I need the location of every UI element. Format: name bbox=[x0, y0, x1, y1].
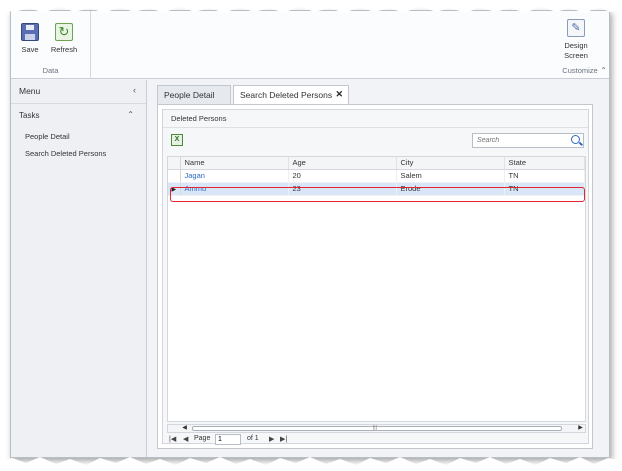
collapse-menu-icon[interactable]: ‹ bbox=[133, 85, 136, 95]
previous-page-icon[interactable]: ◀ bbox=[183, 435, 188, 443]
cell-name[interactable]: Ammu bbox=[180, 182, 289, 196]
tasks-group-header[interactable]: Tasks ⌃ bbox=[11, 106, 146, 128]
chevron-up-icon[interactable]: ⌃ bbox=[127, 110, 134, 119]
screen-content: Deleted Persons X Name bbox=[157, 104, 593, 449]
page-count-label: of 1 bbox=[247, 435, 259, 442]
cell-state: TN bbox=[504, 182, 585, 196]
column-header-age[interactable]: Age bbox=[288, 157, 397, 170]
menu-label: Menu bbox=[19, 86, 41, 96]
current-row-icon: ▶ bbox=[171, 187, 177, 193]
menu-header[interactable]: Menu ‹ bbox=[11, 80, 146, 104]
cell-state: TN bbox=[504, 169, 585, 183]
data-grid: Name Age City State Jagan 20 Salem TN ▶ … bbox=[167, 156, 586, 422]
ribbon-group-data: Save ↻ Refresh Data bbox=[11, 11, 91, 79]
column-header-state[interactable]: State bbox=[504, 157, 585, 170]
cell-age: 23 bbox=[288, 182, 397, 196]
design-label-line1: Design bbox=[564, 41, 588, 50]
first-page-icon[interactable]: |◀ bbox=[169, 435, 176, 443]
close-icon[interactable]: ✕ bbox=[335, 89, 343, 100]
nav-item-people-detail[interactable]: People Detail bbox=[11, 128, 146, 145]
table-row[interactable]: ▶ Ammu 23 Erode TN bbox=[168, 182, 585, 196]
tab-search-deleted-persons[interactable]: Search Deleted Persons ✕ bbox=[233, 85, 349, 105]
page-label: Page bbox=[194, 435, 211, 442]
persons-table: Name Age City State Jagan 20 Salem TN ▶ … bbox=[168, 157, 585, 196]
refresh-label: Refresh bbox=[50, 45, 78, 54]
search-input[interactable] bbox=[473, 134, 565, 147]
data-group-label: Data bbox=[42, 66, 59, 75]
design-screen-button[interactable]: ✎ Design Screen bbox=[561, 19, 591, 61]
cell-age: 20 bbox=[288, 169, 397, 183]
scrollbar-thumb[interactable]: ||| bbox=[192, 425, 562, 431]
deleted-persons-group: Deleted Persons X Name bbox=[162, 109, 589, 445]
row-selector[interactable] bbox=[168, 169, 181, 183]
refresh-icon: ↻ bbox=[55, 23, 73, 41]
ribbon-group-customize: ✎ Design Screen Customize ⌃ bbox=[549, 11, 609, 79]
refresh-button[interactable]: ↻ Refresh bbox=[49, 23, 79, 55]
ribbon: Save ↻ Refresh Data ✎ Design Screen Cust… bbox=[11, 11, 609, 79]
tasks-label: Tasks bbox=[19, 111, 40, 120]
cell-city: Salem bbox=[396, 169, 505, 183]
column-header-name[interactable]: Name bbox=[180, 157, 289, 170]
group-title: Deleted Persons bbox=[163, 110, 588, 128]
tab-search-deleted-persons-label: Search Deleted Persons bbox=[240, 90, 333, 100]
horizontal-scrollbar[interactable]: ◀ ||| ▶ bbox=[167, 424, 586, 433]
header-row: Name Age City State bbox=[168, 157, 585, 170]
ribbon-collapse-icon[interactable]: ⌃ bbox=[600, 66, 607, 75]
design-screen-icon: ✎ bbox=[567, 19, 585, 37]
save-icon bbox=[21, 23, 39, 41]
navigation-pane: Menu ‹ Tasks ⌃ People Detail Search Dele… bbox=[11, 80, 147, 457]
design-label-line2: Screen bbox=[564, 51, 588, 60]
tab-people-detail[interactable]: People Detail bbox=[157, 85, 231, 104]
cell-city: Erode bbox=[396, 182, 505, 196]
search-box bbox=[472, 133, 584, 148]
save-button[interactable]: Save bbox=[15, 23, 45, 55]
grip-icon: ||| bbox=[373, 425, 377, 431]
next-page-icon[interactable]: ▶ bbox=[269, 435, 274, 443]
page-number-input[interactable] bbox=[215, 434, 241, 445]
cell-name[interactable]: Jagan bbox=[180, 169, 289, 183]
last-page-icon[interactable]: ▶| bbox=[280, 435, 287, 443]
scroll-left-icon[interactable]: ◀ bbox=[180, 425, 189, 432]
search-icon[interactable] bbox=[571, 135, 580, 144]
scroll-right-icon[interactable]: ▶ bbox=[576, 425, 585, 432]
save-label: Save bbox=[21, 45, 39, 54]
torn-edge-bottom bbox=[0, 457, 622, 471]
row-selector[interactable]: ▶ bbox=[168, 182, 181, 196]
tab-people-detail-label: People Detail bbox=[164, 90, 215, 100]
table-row[interactable]: Jagan 20 Salem TN bbox=[168, 169, 585, 183]
excel-export-icon[interactable]: X bbox=[171, 134, 183, 146]
column-header-city[interactable]: City bbox=[396, 157, 505, 170]
grid-toolbar: X bbox=[163, 130, 588, 152]
nav-item-search-deleted-persons[interactable]: Search Deleted Persons bbox=[11, 145, 146, 162]
torn-edge-top bbox=[0, 0, 622, 13]
row-selector-header bbox=[168, 157, 181, 170]
app-window: Save ↻ Refresh Data ✎ Design Screen Cust… bbox=[10, 10, 610, 458]
